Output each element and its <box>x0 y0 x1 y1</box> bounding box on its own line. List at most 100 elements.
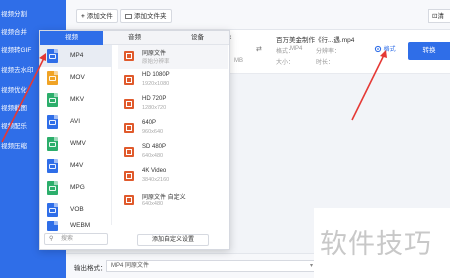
preset-list: 同原文件 原始分辨率 HD 1080P 1920x1080 HD 720P 12… <box>118 45 228 235</box>
format-popup: 视频 音频 设备 MP4 MOV MKV AVI WMV M4V MPG VOB… <box>39 30 230 250</box>
format-item-vob[interactable]: VOB <box>40 199 112 221</box>
output-format-label: 输出格式： <box>74 265 107 272</box>
video-preset-icon <box>124 171 134 181</box>
sidebar-item-label: 视频优化 <box>1 87 27 94</box>
preset-item[interactable]: 4K Video 3840x2160 <box>118 165 228 189</box>
preset-resolution: 原始分辨率 <box>142 59 170 65</box>
add-file-button[interactable]: + 添加文件 <box>76 9 118 23</box>
format-item-mkv[interactable]: MKV <box>40 89 112 111</box>
video-preset-icon <box>124 75 134 85</box>
format-item-mp4[interactable]: MP4 <box>40 45 112 67</box>
gear-icon <box>374 46 382 53</box>
video-file-icon <box>47 49 58 63</box>
sidebar-item-label: 视频去水印 <box>1 67 34 74</box>
resolution-label: 分辨率： <box>316 49 341 55</box>
preset-resolution: 960x640 <box>142 129 164 135</box>
preset-resolution: 1920x1080 <box>142 81 170 87</box>
preset-item[interactable]: SD 480P 640x480 <box>118 141 228 165</box>
output-format-select[interactable]: MP4 同原文件 ▾ <box>106 260 318 272</box>
output-format-value: MP4 同原文件 <box>111 263 150 269</box>
preset-title: 同原文件 自定义 <box>142 195 186 201</box>
preset-title: 4K Video <box>142 168 167 174</box>
toolbar: +添加文件 添加文件夹 ⊡清空 <box>66 0 450 30</box>
add-folder-label: 添加文件夹 <box>134 13 167 20</box>
format-list: MP4 MOV MKV AVI WMV M4V MPG VOB WEBM <box>40 45 112 231</box>
video-file-icon <box>47 221 58 231</box>
video-file-icon <box>47 137 58 151</box>
preset-resolution: 1280x720 <box>142 105 167 111</box>
video-preset-icon <box>124 195 134 205</box>
convert-button[interactable]: 转换 <box>408 42 450 60</box>
format-item-avi[interactable]: AVI <box>40 111 112 133</box>
preset-item[interactable]: 640P 960x640 <box>118 117 228 141</box>
video-file-icon <box>47 181 58 195</box>
watermark-area: 软件技巧 <box>314 208 450 278</box>
tab-audio[interactable]: 音频 <box>103 31 166 45</box>
preset-title: HD 1080P <box>142 72 170 78</box>
format-item-webm[interactable]: WEBM <box>40 219 112 233</box>
format-label: MKV <box>70 96 85 103</box>
format-label: MP4 <box>70 52 84 59</box>
format-label: WEBM <box>70 222 91 229</box>
folder-icon <box>125 13 132 19</box>
preset-title: HD 720P <box>142 96 167 102</box>
preset-item[interactable]: 同原文件 自定义 640x480 <box>118 189 228 213</box>
format-item-wmv[interactable]: WMV <box>40 133 112 155</box>
sidebar-item-label: 视频分割 <box>1 11 27 18</box>
format-item-m4v[interactable]: M4V <box>40 155 112 177</box>
search-placeholder: 搜索 <box>61 236 74 242</box>
preset-title: 640P <box>142 120 157 126</box>
format-label: WMV <box>70 140 86 147</box>
add-custom-setting-button[interactable]: 添加自定义设置 <box>137 234 209 246</box>
preset-title: SD 480P <box>142 144 167 150</box>
format-item-mov[interactable]: MOV <box>40 67 112 89</box>
format-value: MP4 <box>290 46 303 52</box>
output-settings-button[interactable]: 格式 <box>374 44 396 56</box>
preset-item[interactable]: HD 720P 1280x720 <box>118 93 228 117</box>
settings-label: 格式 <box>383 47 396 53</box>
sidebar-item-video-split[interactable]: 视频分割 <box>0 6 66 24</box>
search-icon: ⚲ <box>49 236 54 242</box>
tab-device[interactable]: 设备 <box>166 31 229 45</box>
format-label: M4V <box>70 162 84 169</box>
video-file-icon <box>47 71 58 85</box>
convert-label: 转换 <box>422 47 436 54</box>
sidebar-item-label: 视频压缩 <box>1 143 27 150</box>
sidebar-item-label: 视频截图 <box>1 105 27 112</box>
duration-label: 时长： <box>316 60 335 66</box>
preset-item[interactable]: 同原文件 原始分辨率 <box>118 45 228 69</box>
file-size-partial: MB <box>234 58 243 64</box>
shuffle-icon: ⇄ <box>256 46 262 53</box>
video-file-icon <box>47 115 58 129</box>
plus-icon: + <box>81 13 85 20</box>
chevron-down-icon: ▾ <box>309 263 313 269</box>
format-item-mpg[interactable]: MPG <box>40 177 112 199</box>
preset-item[interactable]: HD 1080P 1920x1080 <box>118 69 228 93</box>
tab-label: 设备 <box>191 34 204 41</box>
preset-resolution: 640x480 <box>142 153 164 159</box>
sidebar-item-label: 视频配乐 <box>1 123 27 130</box>
video-file-icon <box>47 203 58 217</box>
watermark-text: 软件技巧 <box>320 229 432 260</box>
video-preset-icon <box>124 99 134 109</box>
preset-resolution: 640x480 <box>142 201 164 207</box>
video-preset-icon <box>124 123 134 133</box>
format-search-input[interactable]: ⚲ 搜索 <box>44 233 108 245</box>
format-label: MPG <box>70 184 85 191</box>
add-folder-button[interactable]: 添加文件夹 <box>120 9 172 23</box>
tab-video[interactable]: 视频 <box>40 31 103 45</box>
format-tabs: 视频 音频 设备 <box>40 31 229 45</box>
add-custom-setting-label: 添加自定义设置 <box>151 237 194 243</box>
format-label: VOB <box>70 206 84 213</box>
video-file-icon <box>47 93 58 107</box>
clear-button[interactable]: ⊡清空 <box>428 9 450 23</box>
tab-label: 音频 <box>128 34 141 41</box>
size-label: 大小： <box>276 60 295 66</box>
preset-title: 同原文件 <box>142 51 167 57</box>
output-file-name: 百万美金制作《行...遇.mp4 <box>276 37 355 44</box>
format-label: MOV <box>70 74 85 81</box>
preset-resolution: 3840x2160 <box>142 177 170 183</box>
video-preset-icon <box>124 147 134 157</box>
add-file-label: 添加文件 <box>86 13 113 20</box>
tab-label: 视频 <box>65 34 78 41</box>
